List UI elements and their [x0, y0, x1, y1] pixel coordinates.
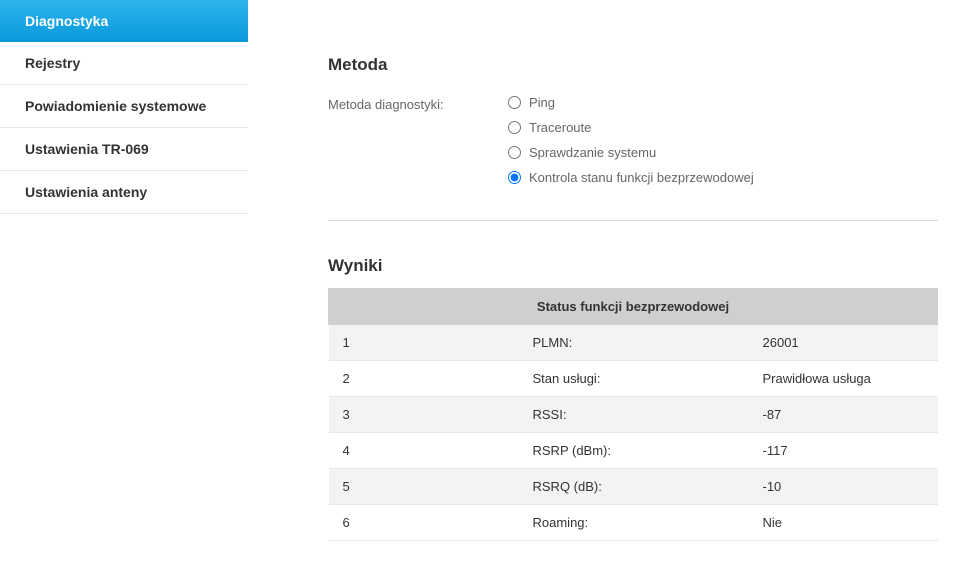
table-row: 4 RSRP (dBm): -117 — [329, 433, 938, 469]
results-table-header: Status funkcji bezprzewodowej — [329, 289, 938, 325]
sidebar-item-diagnostyka[interactable]: Diagnostyka — [0, 0, 248, 42]
cell-value: Nie — [749, 505, 938, 541]
cell-value: 26001 — [749, 325, 938, 361]
cell-key: PLMN: — [519, 325, 749, 361]
table-row: 2 Stan usługi: Prawidłowa usługa — [329, 361, 938, 397]
radio-sprawdzanie-systemu[interactable] — [508, 146, 521, 159]
cell-value: -10 — [749, 469, 938, 505]
cell-index: 3 — [329, 397, 519, 433]
cell-value: -87 — [749, 397, 938, 433]
radio-ping[interactable] — [508, 96, 521, 109]
cell-key: RSRQ (dB): — [519, 469, 749, 505]
radio-option-kontrola-stanu[interactable]: Kontrola stanu funkcji bezprzewodowej — [508, 170, 938, 185]
sidebar-item-ustawienia-anteny[interactable]: Ustawienia anteny — [0, 171, 248, 214]
radio-label: Sprawdzanie systemu — [529, 145, 656, 160]
cell-index: 4 — [329, 433, 519, 469]
cell-index: 1 — [329, 325, 519, 361]
cell-key: Stan usługi: — [519, 361, 749, 397]
method-field-row: Metoda diagnostyki: Ping Traceroute Spra… — [328, 95, 938, 195]
table-row: 6 Roaming: Nie — [329, 505, 938, 541]
cell-index: 5 — [329, 469, 519, 505]
table-row: 3 RSSI: -87 — [329, 397, 938, 433]
cell-key: RSSI: — [519, 397, 749, 433]
table-row: 1 PLMN: 26001 — [329, 325, 938, 361]
sidebar-item-rejestry[interactable]: Rejestry — [0, 42, 248, 85]
section-divider — [328, 220, 938, 221]
table-row: 5 RSRQ (dB): -10 — [329, 469, 938, 505]
radio-option-sprawdzanie-systemu[interactable]: Sprawdzanie systemu — [508, 145, 938, 160]
cell-key: Roaming: — [519, 505, 749, 541]
radio-label: Kontrola stanu funkcji bezprzewodowej — [529, 170, 754, 185]
sidebar-item-label: Ustawienia TR-069 — [25, 141, 149, 157]
cell-key: RSRP (dBm): — [519, 433, 749, 469]
sidebar-item-powiadomienie-systemowe[interactable]: Powiadomienie systemowe — [0, 85, 248, 128]
sidebar-item-label: Powiadomienie systemowe — [25, 98, 206, 114]
sidebar-item-label: Ustawienia anteny — [25, 184, 147, 200]
results-section-title: Wyniki — [328, 256, 938, 276]
sidebar-item-label: Rejestry — [25, 55, 80, 71]
sidebar-item-ustawienia-tr-069[interactable]: Ustawienia TR-069 — [0, 128, 248, 171]
radio-label: Ping — [529, 95, 555, 110]
cell-index: 6 — [329, 505, 519, 541]
main-content: Metoda Metoda diagnostyki: Ping Tracerou… — [248, 0, 968, 541]
sidebar: Diagnostyka Rejestry Powiadomienie syste… — [0, 0, 248, 541]
method-section-title: Metoda — [328, 55, 938, 75]
radio-traceroute[interactable] — [508, 121, 521, 134]
cell-index: 2 — [329, 361, 519, 397]
results-table: Status funkcji bezprzewodowej 1 PLMN: 26… — [328, 288, 938, 541]
radio-option-traceroute[interactable]: Traceroute — [508, 120, 938, 135]
radio-kontrola-stanu[interactable] — [508, 171, 521, 184]
sidebar-item-label: Diagnostyka — [25, 13, 108, 29]
cell-value: -117 — [749, 433, 938, 469]
radio-label: Traceroute — [529, 120, 591, 135]
method-radio-list: Ping Traceroute Sprawdzanie systemu Kont… — [508, 95, 938, 195]
method-field-label: Metoda diagnostyki: — [328, 95, 508, 112]
radio-option-ping[interactable]: Ping — [508, 95, 938, 110]
cell-value: Prawidłowa usługa — [749, 361, 938, 397]
